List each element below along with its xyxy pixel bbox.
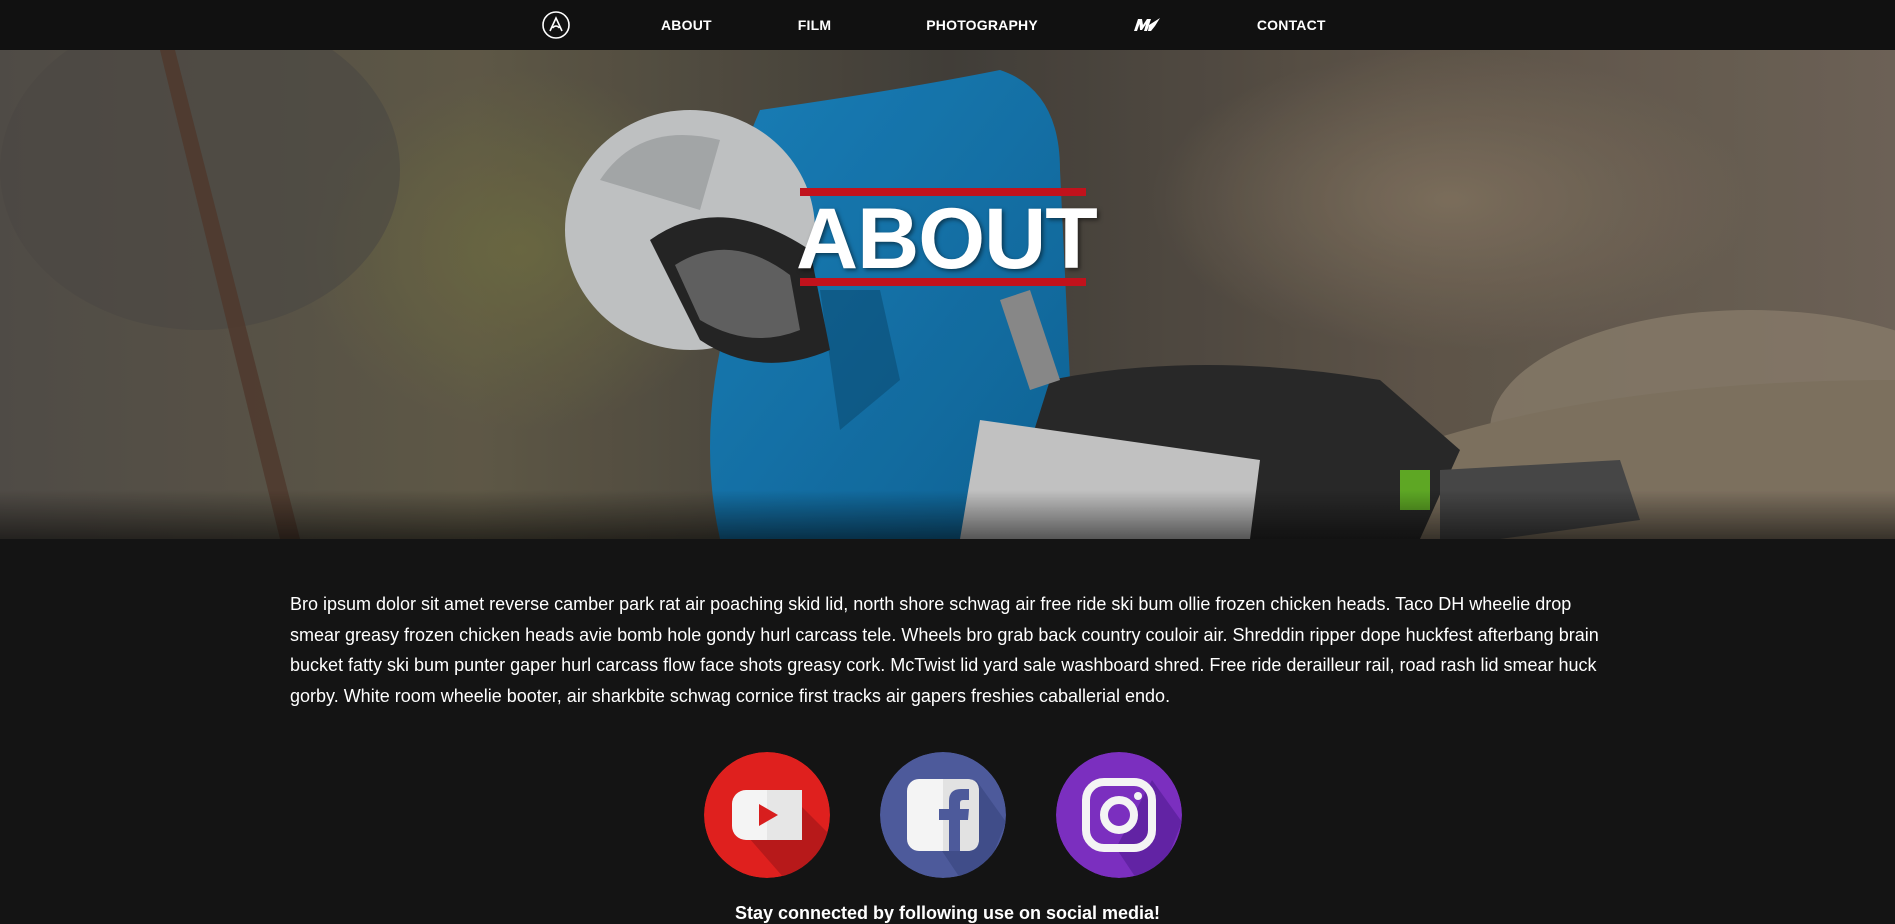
facebook-button[interactable] <box>880 752 1006 878</box>
facebook-icon <box>880 752 1006 878</box>
nav-inner: ABOUT FILM PHOTOGRAPHY CONTACT <box>540 0 1326 50</box>
youtube-icon <box>704 752 830 878</box>
mx-logo-icon[interactable] <box>1133 17 1161 33</box>
nav-link-photography[interactable]: PHOTOGRAPHY <box>926 17 1038 33</box>
hero-title-block: ABOUT <box>796 188 1098 286</box>
instagram-button[interactable] <box>1056 752 1182 878</box>
youtube-button[interactable] <box>704 752 830 878</box>
home-logo-icon[interactable] <box>540 9 572 41</box>
nav-link-contact[interactable]: CONTACT <box>1257 17 1326 33</box>
top-nav: ABOUT FILM PHOTOGRAPHY CONTACT <box>0 0 1895 50</box>
instagram-icon <box>1056 752 1182 878</box>
social-tagline: Stay connected by following use on socia… <box>734 903 1161 923</box>
nav-link-about[interactable]: ABOUT <box>661 17 712 33</box>
hero-photo <box>0 50 1895 539</box>
social-links <box>704 752 1182 878</box>
about-paragraph: Bro ipsum dolor sit amet reverse camber … <box>290 594 1599 706</box>
nav-link-film[interactable]: FILM <box>798 17 831 33</box>
hero-banner: ABOUT <box>0 50 1895 539</box>
page-title: ABOUT <box>796 191 1098 287</box>
